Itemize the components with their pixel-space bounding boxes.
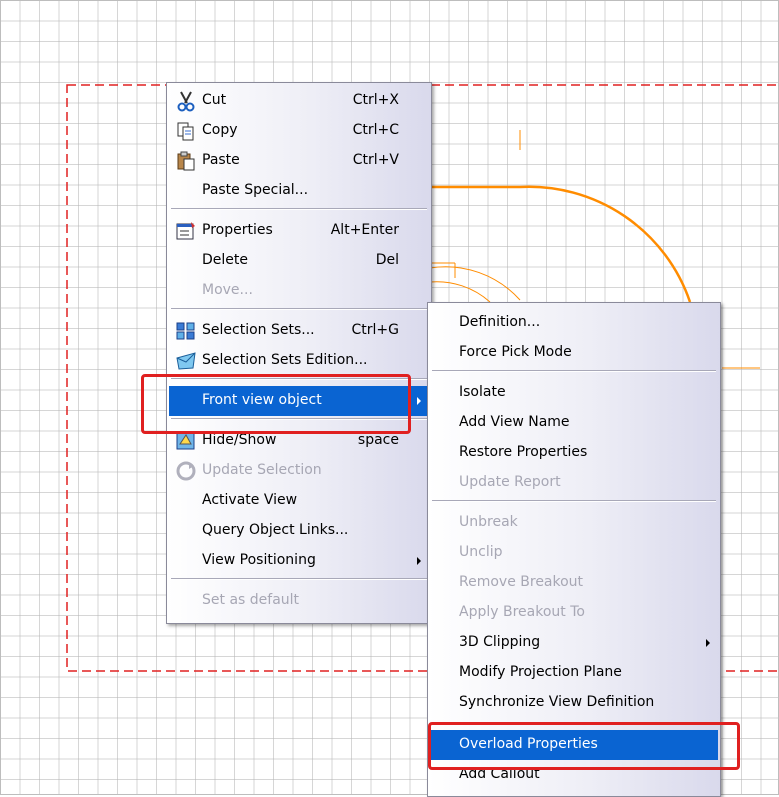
submenu-item-label: Unbreak [459, 514, 518, 530]
menu-item-cut[interactable]: Cut Ctrl+X [169, 86, 429, 116]
update-icon [175, 460, 197, 482]
selection-sets-icon [175, 320, 197, 342]
menu-item-label: Delete [202, 252, 248, 268]
menu-item-paste-special[interactable]: Paste Special... [169, 176, 429, 206]
menu-item-label: Activate View [202, 492, 298, 508]
menu-item-label: Set as default [202, 592, 300, 608]
shortcut-label: Ctrl+G [351, 322, 400, 338]
submenu-arrow-icon [706, 639, 710, 647]
menu-separator [432, 500, 716, 502]
menu-item-delete[interactable]: Delete Del [169, 246, 429, 276]
submenu-item-label: 3D Clipping [459, 634, 541, 650]
menu-item-view-positioning[interactable]: View Positioning [169, 546, 429, 576]
menu-item-label: Paste Special... [202, 182, 309, 198]
submenu-item-update-report: Update Report [430, 468, 718, 498]
scissors-icon [175, 90, 197, 112]
submenu-item-label: Remove Breakout [459, 574, 584, 590]
menu-item-label: Update Selection [202, 462, 322, 478]
menu-item-query-object-links[interactable]: Query Object Links... [169, 516, 429, 546]
submenu-item-definition[interactable]: Definition... [430, 308, 718, 338]
menu-item-label: Copy [202, 122, 238, 138]
annotation-highlight-front-view [141, 374, 411, 434]
shortcut-label: Ctrl+V [352, 152, 399, 168]
submenu-arrow-icon [417, 557, 421, 565]
submenu-item-label: Update Report [459, 474, 561, 490]
outer-arc [420, 185, 692, 303]
menu-separator [171, 308, 427, 310]
submenu-item-label: Definition... [459, 314, 541, 330]
submenu-item-label: Modify Projection Plane [459, 664, 622, 680]
menu-item-move: Move... [169, 276, 429, 306]
menu-item-properties[interactable]: Properties Alt+Enter [169, 216, 429, 246]
submenu-arrow-icon [417, 397, 421, 405]
shortcut-label: space [357, 432, 399, 448]
shortcut-label: Del [375, 252, 399, 268]
properties-icon [175, 220, 197, 242]
copy-icon [175, 120, 197, 142]
shortcut-label: Ctrl+C [352, 122, 399, 138]
submenu-item-label: Unclip [459, 544, 503, 560]
submenu-item-add-view-name[interactable]: Add View Name [430, 408, 718, 438]
submenu-item-modify-projection-plane[interactable]: Modify Projection Plane [430, 658, 718, 688]
submenu-item-label: Add View Name [459, 414, 570, 430]
menu-item-copy[interactable]: Copy Ctrl+C [169, 116, 429, 146]
submenu-item-label: Synchronize View Definition [459, 694, 655, 710]
submenu-item-unclip: Unclip [430, 538, 718, 568]
menu-item-paste[interactable]: Paste Ctrl+V [169, 146, 429, 176]
shortcut-label: Ctrl+X [352, 92, 399, 108]
submenu-item-label: Restore Properties [459, 444, 588, 460]
menu-item-label: Selection Sets... [202, 322, 315, 338]
context-menu: Cut Ctrl+X Copy Ctrl+C Paste Ctrl+V Paste Spec… [166, 82, 432, 624]
menu-item-label: Selection Sets Edition... [202, 352, 368, 368]
menu-item-selection-sets[interactable]: Selection Sets... Ctrl+G [169, 316, 429, 346]
menu-separator [171, 208, 427, 210]
submenu-item-synchronize-view-definition[interactable]: Synchronize View Definition [430, 688, 718, 718]
shortcut-label: Alt+Enter [330, 222, 399, 238]
annotation-highlight-overload [428, 722, 740, 770]
submenu-item-force-pick-mode[interactable]: Force Pick Mode [430, 338, 718, 368]
submenu-item-label: Apply Breakout To [459, 604, 585, 620]
menu-item-label: Properties [202, 222, 273, 238]
submenu-item-apply-breakout-to: Apply Breakout To [430, 598, 718, 628]
menu-item-label: Cut [202, 92, 227, 108]
submenu-item-label: Isolate [459, 384, 506, 400]
submenu-item-restore-properties[interactable]: Restore Properties [430, 438, 718, 468]
submenu-item-unbreak: Unbreak [430, 508, 718, 538]
submenu-item-remove-breakout: Remove Breakout [430, 568, 718, 598]
menu-separator [432, 370, 716, 372]
inner-arc [429, 266, 521, 301]
submenu-item-3d-clipping[interactable]: 3D Clipping [430, 628, 718, 658]
menu-item-selection-sets-edition[interactable]: Selection Sets Edition... [169, 346, 429, 376]
paste-icon [175, 150, 197, 172]
inner-arc [429, 281, 491, 303]
menu-item-label: View Positioning [202, 552, 316, 568]
menu-item-label: Hide/Show [202, 432, 277, 448]
submenu-item-isolate[interactable]: Isolate [430, 378, 718, 408]
submenu-item-label: Force Pick Mode [459, 344, 572, 360]
selection-sets-edition-icon [175, 350, 197, 372]
menu-item-set-as-default: Set as default [169, 586, 429, 616]
menu-item-activate-view[interactable]: Activate View [169, 486, 429, 516]
menu-item-update-selection: Update Selection [169, 456, 429, 486]
menu-separator [171, 578, 427, 580]
menu-item-label: Move... [202, 282, 253, 298]
menu-item-label: Query Object Links... [202, 522, 349, 538]
menu-item-label: Paste [202, 152, 240, 168]
